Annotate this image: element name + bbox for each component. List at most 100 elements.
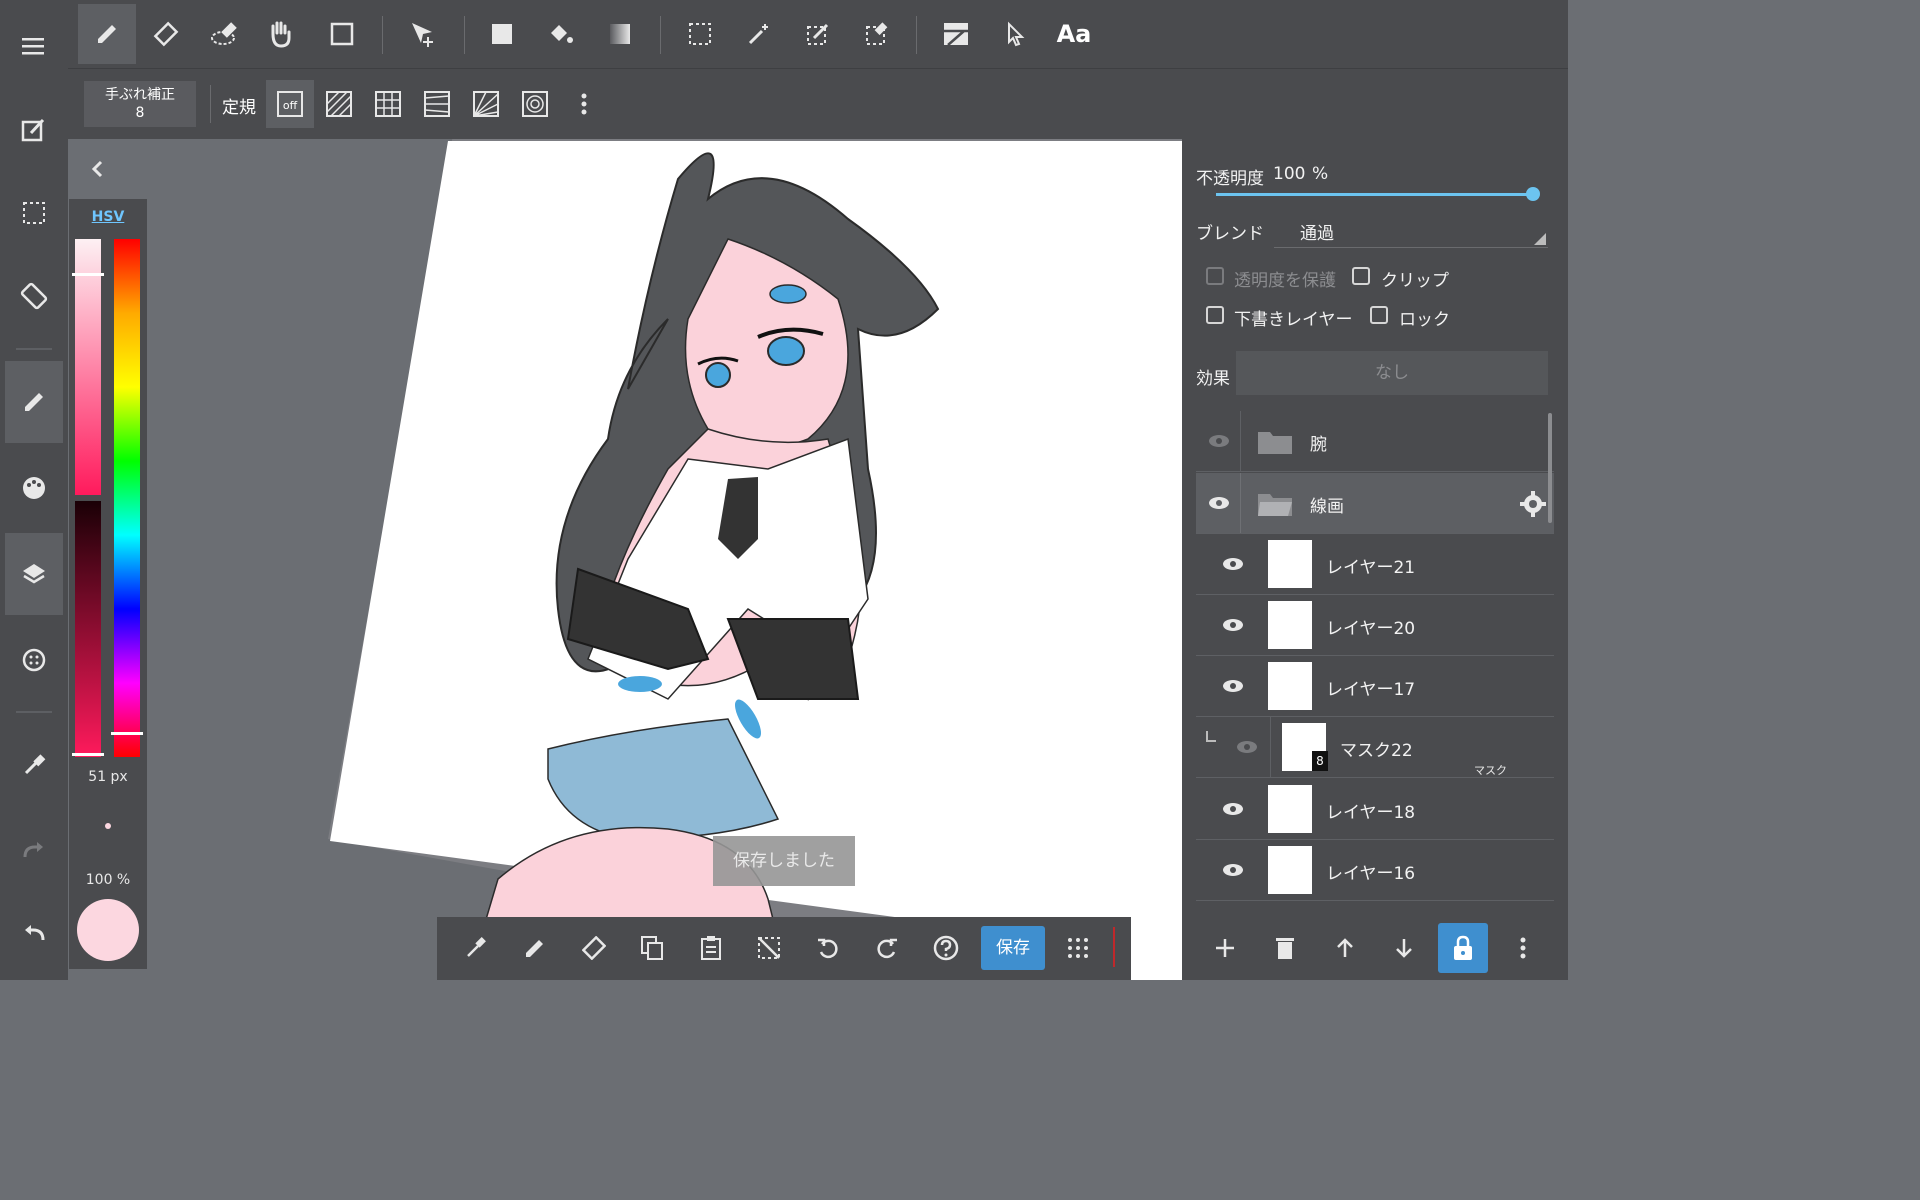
select-eraser-icon[interactable] [848, 4, 906, 64]
select-pen-icon[interactable] [789, 4, 847, 64]
visibility-icon[interactable] [1222, 679, 1244, 693]
ruler-perspective-icon[interactable] [413, 80, 461, 128]
rotate-right-icon[interactable] [862, 923, 912, 973]
undo-icon[interactable] [5, 903, 63, 963]
ruler-parallel-icon[interactable] [315, 80, 363, 128]
palette-icon[interactable] [5, 458, 63, 518]
fill-tool-icon[interactable] [473, 4, 531, 64]
pen-icon[interactable] [510, 923, 560, 973]
layer-row[interactable]: レイヤー21 [1196, 534, 1554, 595]
material-icon[interactable] [5, 630, 63, 690]
add-layer-icon[interactable] [1200, 923, 1250, 973]
value-slider[interactable] [72, 501, 104, 757]
eyedropper-icon[interactable] [451, 923, 501, 973]
blend-select[interactable]: 通過 [1274, 211, 1548, 248]
effect-button[interactable]: なし [1236, 351, 1548, 395]
visibility-icon[interactable] [1222, 557, 1244, 571]
layer-row-mask[interactable]: 8 マスク22 マスク [1196, 717, 1554, 778]
draft-layer-checkbox[interactable] [1206, 306, 1224, 324]
hue-slider[interactable] [111, 239, 143, 757]
divider [660, 16, 661, 54]
layer-name: レイヤー20 [1326, 619, 1416, 639]
ruler-concentric-icon[interactable] [511, 80, 559, 128]
visibility-icon[interactable] [1236, 740, 1258, 754]
layer-row[interactable]: レイヤー16 [1196, 840, 1554, 901]
rotate-left-icon[interactable] [803, 923, 853, 973]
save-button[interactable]: 保存 [981, 926, 1045, 970]
shape-tool-icon[interactable] [313, 4, 371, 64]
menu-icon[interactable] [5, 16, 63, 76]
collapse-panel-icon[interactable] [88, 159, 108, 183]
brush-opacity-label: 100 % [85, 872, 131, 888]
layer-row[interactable]: レイヤー17 [1196, 656, 1554, 717]
clip-checkbox[interactable] [1352, 267, 1370, 285]
dropdown-corner-icon [1534, 233, 1546, 245]
brush-icon[interactable] [5, 361, 63, 443]
blur-tool-icon[interactable] [196, 4, 254, 64]
layer-list-scrollbar[interactable] [1548, 413, 1552, 523]
ruler-grid-icon[interactable] [364, 80, 412, 128]
color-mode-tab[interactable]: HSV [69, 209, 147, 225]
eraser-icon[interactable] [569, 923, 619, 973]
help-icon[interactable] [921, 923, 971, 973]
lock-checkbox[interactable] [1370, 306, 1388, 324]
more-options-icon[interactable] [560, 80, 608, 128]
layout-tool-icon[interactable] [927, 4, 985, 64]
value-handle[interactable] [72, 753, 104, 756]
hand-tool-icon[interactable] [251, 4, 309, 64]
lock-icon[interactable] [1438, 923, 1488, 973]
selection-icon[interactable] [5, 183, 63, 243]
layers-icon[interactable] [5, 533, 63, 615]
protect-alpha-checkbox[interactable] [1206, 267, 1224, 285]
visibility-icon[interactable] [1208, 434, 1230, 448]
visibility-icon[interactable] [1222, 618, 1244, 632]
text-tool-button[interactable]: Aa [1045, 4, 1103, 64]
eraser-tool-icon[interactable] [137, 4, 195, 64]
move-tool-icon[interactable] [394, 4, 452, 64]
ruler-radial-icon[interactable] [462, 80, 510, 128]
trash-icon[interactable] [1260, 923, 1310, 973]
move-up-icon[interactable] [1320, 923, 1370, 973]
visibility-icon[interactable] [1208, 496, 1230, 510]
select-rect-icon[interactable] [671, 4, 729, 64]
stabilizer-label: 手ぶれ補正 [105, 87, 175, 103]
paste-icon[interactable] [686, 923, 736, 973]
opacity-slider-thumb[interactable] [1526, 187, 1540, 201]
divider [1240, 473, 1241, 533]
drawing-canvas[interactable] [68, 139, 1182, 980]
rotate-canvas-icon[interactable] [5, 266, 63, 326]
eyedropper-icon[interactable] [5, 735, 63, 795]
layer-row-folder-lineart[interactable]: 線画 [1196, 473, 1554, 534]
layer-name: レイヤー17 [1326, 680, 1416, 700]
layer-panel: 不透明度 100 % ブレンド 通過 透明度を保護 クリップ 下書きレイヤー ロ… [1182, 139, 1568, 980]
pointer-tool-icon[interactable] [986, 4, 1044, 64]
visibility-icon[interactable] [1222, 802, 1244, 816]
canvas-area[interactable] [68, 139, 1182, 980]
layer-row-folder-arm[interactable]: 腕 [1196, 411, 1554, 472]
move-down-icon[interactable] [1379, 923, 1429, 973]
grid-menu-icon[interactable] [1053, 923, 1103, 973]
edit-icon[interactable] [5, 100, 63, 160]
layer-name: 線画 [1310, 497, 1344, 517]
saturation-slider[interactable] [72, 239, 104, 495]
layer-row[interactable]: レイヤー18 [1196, 779, 1554, 840]
more-options-icon[interactable] [1498, 923, 1548, 973]
layer-row[interactable]: レイヤー20 [1196, 595, 1554, 656]
stabilizer-button[interactable]: 手ぶれ補正 8 [84, 81, 196, 127]
ruler-off-button[interactable]: off [266, 80, 314, 128]
saturation-handle[interactable] [72, 273, 104, 276]
hue-handle[interactable] [111, 732, 143, 735]
copy-icon[interactable] [627, 923, 677, 973]
deselect-icon[interactable] [744, 923, 794, 973]
magic-wand-icon[interactable] [730, 4, 788, 64]
layer-thumbnail [1268, 662, 1312, 710]
visibility-icon[interactable] [1222, 863, 1244, 877]
gear-icon[interactable] [1520, 491, 1546, 517]
opacity-slider[interactable] [1216, 193, 1534, 196]
layer-thumbnail [1268, 540, 1312, 588]
redo-icon[interactable] [5, 820, 63, 880]
current-color-swatch[interactable] [77, 899, 139, 961]
gradient-tool-icon[interactable] [591, 4, 649, 64]
bucket-tool-icon[interactable] [532, 4, 590, 64]
pen-tool-icon[interactable] [78, 4, 136, 64]
